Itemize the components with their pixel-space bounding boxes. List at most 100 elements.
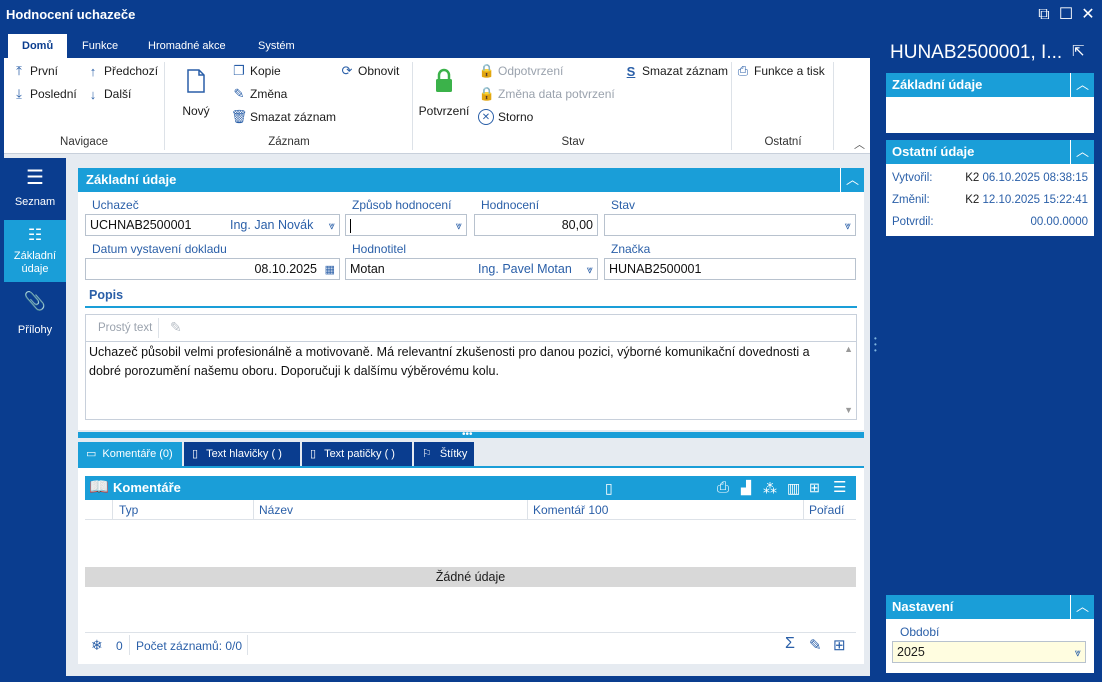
editor-toolbar: Prostý text ✎ [85, 314, 857, 342]
nastaveni-section-header: Nastavení ︿ [886, 595, 1094, 619]
text-cursor [350, 218, 351, 233]
columns-icon[interactable]: ▥ [787, 476, 800, 500]
printer-icon: ⎙ [737, 63, 749, 78]
tab-stitky[interactable]: ⚐ Štítky [414, 442, 474, 466]
novy-button[interactable]: Nový [176, 66, 216, 126]
print-icon[interactable]: ⎙ [717, 476, 729, 500]
column-typ[interactable]: Typ [119, 500, 138, 520]
dropdown-icon[interactable]: ⩔ [456, 216, 462, 236]
tab-text-paticky[interactable]: ▯ Text patičky ( ) [302, 442, 412, 466]
chart-icon[interactable]: ▟ [741, 476, 751, 500]
title-bar: Hodnocení uchazeče ⧉ ☐ ✕ [0, 0, 1102, 30]
kopie-button[interactable]: ❐ Kopie [232, 63, 281, 78]
prvni-button[interactable]: ⤒ První [12, 63, 58, 78]
collapse-chevron-icon[interactable]: ︿ [1070, 595, 1094, 619]
uchazec-label: Uchazeč [92, 198, 139, 212]
group-icon[interactable]: ⁂ [763, 476, 777, 500]
potvrzeni-button[interactable]: Potvrzení [416, 66, 472, 126]
collapse-chevron-icon[interactable]: ︿ [840, 168, 864, 192]
smazat-zaznam-stav-button[interactable]: S Smazat záznam [624, 64, 728, 79]
obdobi-select[interactable]: 2025 ⩔ [892, 641, 1086, 663]
column-komentar[interactable]: Komentář 100 [533, 500, 608, 520]
hodnoceni-label: Hodnocení [481, 198, 540, 212]
lock-small-icon: 🔒 [478, 63, 496, 78]
restore-icon[interactable]: ⧉ [1034, 5, 1054, 25]
open-external-icon[interactable]: ⇱ [1072, 42, 1085, 60]
book-icon: 📖 [89, 479, 109, 496]
tab-domu[interactable]: Domů [8, 34, 68, 58]
znacka-field[interactable]: HUNAB2500001 [604, 258, 856, 280]
grid-header-row [85, 500, 856, 520]
nav-seznam[interactable]: ☰ Seznam [4, 158, 66, 218]
menu-icon[interactable]: ☰ [833, 476, 846, 500]
hodnotitel-field[interactable]: Motan Ing. Pavel Motan ⩔ [345, 258, 598, 280]
pencil-icon[interactable]: ✎ [170, 319, 182, 336]
popis-textarea[interactable]: Uchazeč působil velmi profesionálně a mo… [85, 342, 857, 420]
horizontal-splitter[interactable]: ••• [78, 429, 864, 440]
storno-button[interactable]: ✕ Storno [478, 109, 533, 125]
column-divider [527, 500, 528, 520]
list-icon: ☷ [27, 227, 43, 244]
tab-text-hlavicky[interactable]: ▯ Text hlavičky ( ) [184, 442, 300, 466]
snowflake-filter-icon[interactable]: ❄ [91, 637, 103, 654]
sum-icon[interactable]: Σ [785, 635, 795, 653]
record-header-title: HUNAB2500001, I... [890, 42, 1063, 63]
group-label-navigace: Navigace [60, 136, 108, 148]
close-icon[interactable]: ✕ [1078, 5, 1098, 25]
scroll-down-icon[interactable]: ▼ [844, 405, 853, 415]
collapse-chevron-icon[interactable]: ︿ [1070, 73, 1094, 97]
document-icon: ▯ [310, 448, 317, 460]
obnovit-button[interactable]: ⟳ Obnovit [340, 63, 400, 78]
uchazec-field[interactable]: UCHNAB2500001 Ing. Jan Novák ⩔ [85, 214, 340, 236]
obdobi-label: Období [900, 625, 940, 639]
settings-grid-icon[interactable]: ⊞ [833, 636, 846, 654]
arrow-up-icon: ↑ [89, 63, 97, 79]
dropdown-icon[interactable]: ⩔ [1075, 643, 1081, 663]
dalsi-button[interactable]: ↓ Další [86, 86, 132, 102]
column-nazev[interactable]: Název [259, 500, 293, 520]
scroll-up-icon[interactable]: ▲ [844, 344, 853, 354]
calendar-icon[interactable]: ▦ [325, 260, 335, 280]
smazat-zaznam-button[interactable]: 🗑 Smazat záznam [231, 109, 336, 124]
bottom-tabstrip: ▭ Komentáře (0) ▯ Text hlavičky ( ) ▯ Text … [78, 442, 864, 466]
tab-funkce[interactable]: Funkce [74, 34, 126, 58]
vertical-splitter[interactable]: • • • [874, 30, 884, 676]
dropdown-icon[interactable]: ⩔ [587, 260, 593, 280]
maximize-icon[interactable]: ☐ [1056, 5, 1076, 25]
zpusob-hodnoceni-field[interactable]: ⩔ [345, 214, 467, 236]
arrow-down-bar-icon: ⤓ [16, 86, 22, 101]
tab-komentare[interactable]: ▭ Komentáře (0) [78, 442, 182, 466]
zmena-data-potvrzeni-button[interactable]: 🔒 Změna data potvrzení [479, 86, 615, 101]
funkce-a-tisk-button[interactable]: ⎙ Funkce a tisk [736, 63, 825, 78]
export-excel-icon[interactable]: ⊞ [809, 476, 820, 500]
stav-field[interactable]: ⩔ [604, 214, 856, 236]
odpotvrzeni-button[interactable]: 🔒 Odpotvrzení [478, 63, 563, 78]
new-record-icon[interactable]: ▯ [605, 476, 613, 500]
grid-footer: ❄ 0 Počet záznamů: 0/0 Σ ✎ ⊞ [85, 632, 856, 658]
posledni-button[interactable]: ⤓ Poslední [12, 86, 77, 101]
record-count: Počet záznamů: 0/0 [136, 639, 243, 653]
datum-field[interactable]: 08.10.2025 ▦ [85, 258, 340, 280]
copy-icon: ❐ [233, 63, 245, 78]
dropdown-icon[interactable]: ⩔ [845, 216, 851, 236]
vytvoril-row: Vytvořil: K2 06.10.2025 08:38:15 [892, 172, 1088, 184]
editor-mode-select[interactable]: Prostý text [92, 318, 160, 338]
dropdown-icon[interactable]: ⩔ [329, 216, 335, 236]
collapse-chevron-icon[interactable]: ︿ [1070, 140, 1094, 164]
zmena-button[interactable]: ✎ Změna [232, 86, 288, 101]
edit-icon[interactable]: ✎ [809, 636, 822, 654]
document-icon: ▯ [192, 448, 199, 460]
predchozi-button[interactable]: ↑ Předchozí [86, 63, 158, 79]
hamburger-icon: ☰ [26, 167, 44, 189]
filter-count: 0 [116, 639, 123, 653]
collapse-ribbon-icon[interactable]: ︿ [854, 136, 865, 152]
column-poradi[interactable]: Pořadí [809, 500, 844, 520]
tab-system[interactable]: Systém [250, 34, 303, 58]
nav-zakladni-udaje[interactable]: ☷ Základní údaje [4, 220, 66, 282]
tab-hromadne-akce[interactable]: Hromadné akce [140, 34, 234, 58]
hodnoceni-field[interactable]: 80,00 [474, 214, 598, 236]
nav-prilohy[interactable]: 📎 Přílohy [4, 284, 66, 344]
arrow-down-icon: ↓ [89, 86, 97, 102]
group-label-ostatni: Ostatní [764, 136, 802, 148]
refresh-icon: ⟳ [341, 63, 353, 78]
